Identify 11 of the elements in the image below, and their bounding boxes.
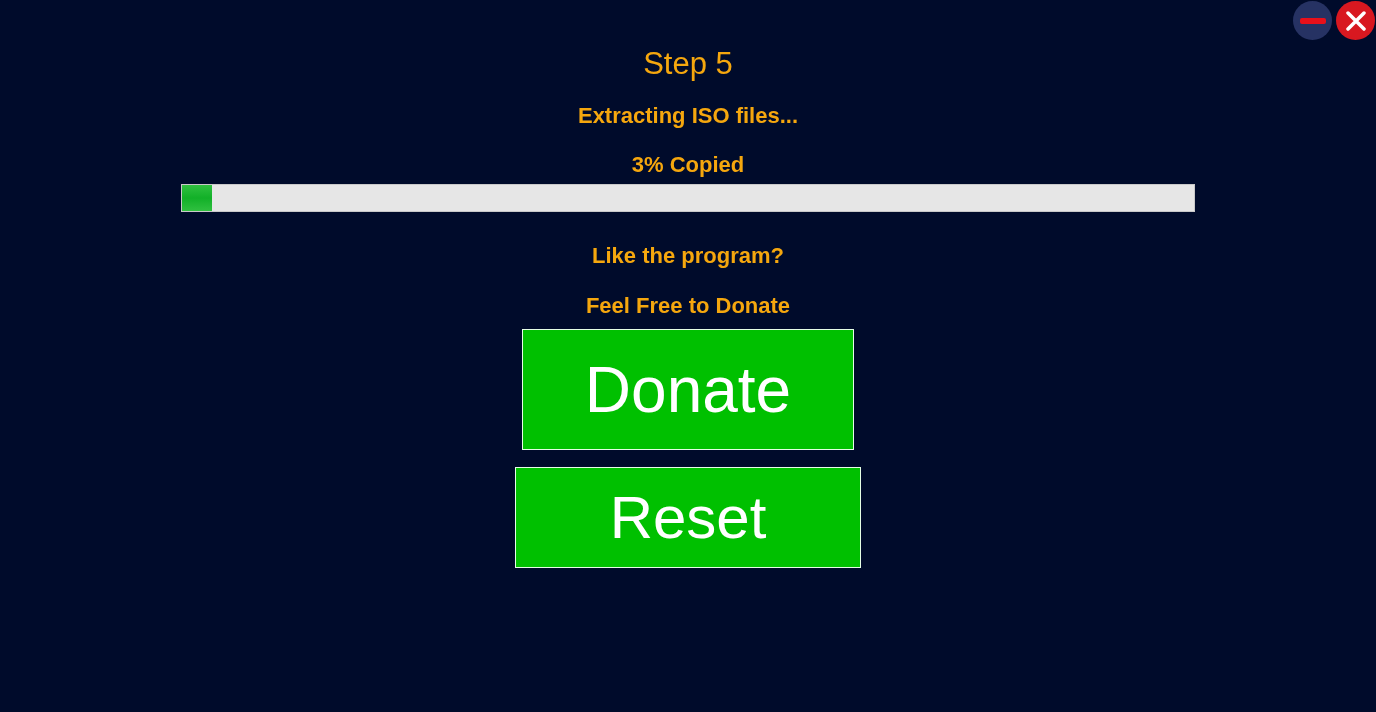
step-title: Step 5: [643, 45, 733, 83]
prompt-text: Like the program?: [592, 243, 784, 269]
donate-invitation: Feel Free to Donate: [585, 293, 791, 319]
status-text: Extracting ISO files...: [577, 103, 799, 129]
close-icon: [1345, 10, 1366, 31]
minimize-icon: [1299, 17, 1326, 24]
minimize-button[interactable]: [1293, 1, 1332, 40]
reset-button[interactable]: Reset: [515, 467, 861, 568]
progress-reading: 3% Copied: [631, 152, 745, 178]
close-button[interactable]: [1336, 1, 1375, 40]
donate-button[interactable]: Donate: [522, 329, 854, 450]
